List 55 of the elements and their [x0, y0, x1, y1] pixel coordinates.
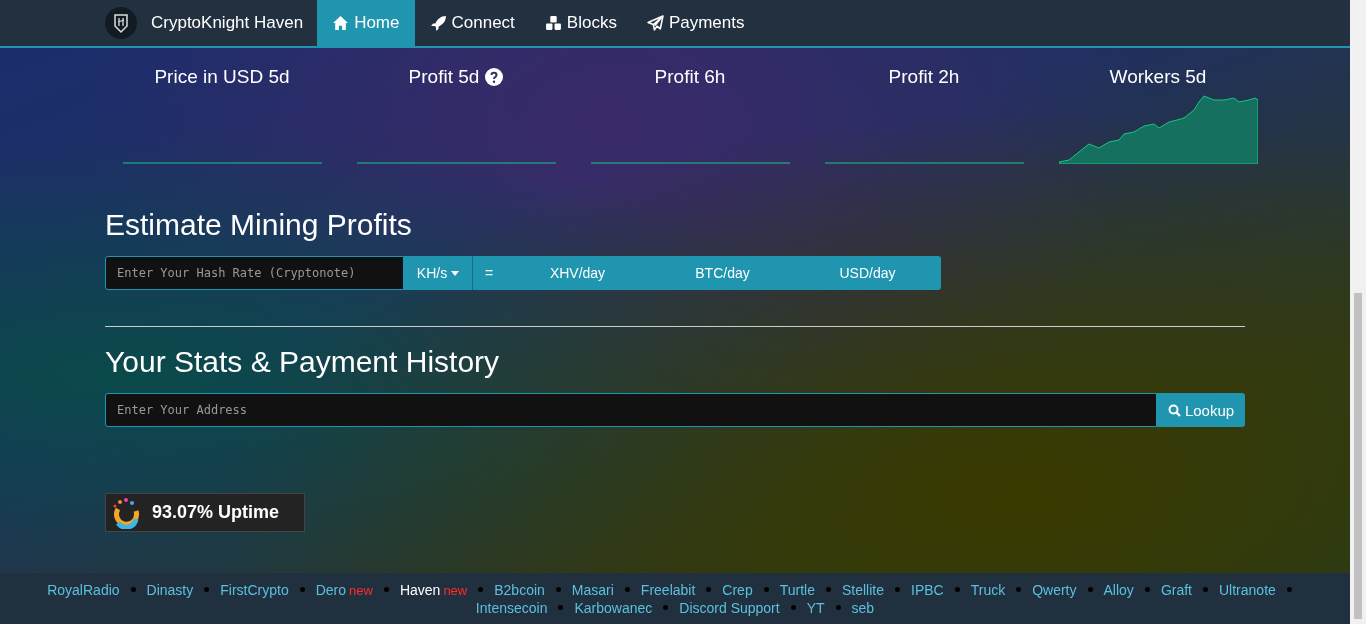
footer-link[interactable]: Stellite: [841, 581, 884, 598]
new-label: new: [443, 582, 468, 598]
uptime-badge[interactable]: 93.07% Uptime: [105, 493, 305, 532]
footer-link[interactable]: Turtle: [779, 581, 815, 598]
footer-link[interactable]: IPBC: [911, 581, 944, 598]
footer-link[interactable]: Intensecoin: [475, 599, 548, 616]
nav-tab[interactable]: Payments: [631, 0, 760, 46]
footer-link[interactable]: FirstCrypto: [220, 581, 289, 598]
paper-plane-icon: [646, 14, 664, 32]
nav-tab[interactable]: Blocks: [529, 0, 632, 46]
profit-result: BTC/day: [694, 265, 751, 281]
home-icon: [332, 14, 350, 32]
footer-link[interactable]: Masari: [571, 581, 614, 598]
footer-link[interactable]: Alloy: [1103, 581, 1134, 598]
footer-link[interactable]: B2bcoin: [494, 581, 545, 598]
question-circle-icon[interactable]: [485, 68, 504, 86]
profit-result: XHV/day: [548, 265, 607, 281]
chart-title: Profit 6h: [654, 66, 726, 88]
nav-tab[interactable]: Connect: [414, 0, 530, 46]
unit-dropdown[interactable]: KH/s: [404, 256, 472, 290]
footer-link[interactable]: Truck: [970, 581, 1006, 598]
footer-link[interactable]: seb: [851, 599, 875, 616]
rocket-icon: [429, 14, 447, 32]
chart-title: Workers 5d: [1109, 66, 1207, 88]
equals-sign: =: [483, 265, 495, 281]
footer-link[interactable]: Karbowanec: [574, 599, 653, 616]
footer-link[interactable]: YT: [806, 599, 825, 616]
chart-title: Profit 5d: [408, 66, 480, 88]
brand-name[interactable]: CryptoKnight Haven: [151, 13, 304, 33]
address-field[interactable]: Enter Your Address: [105, 393, 1157, 427]
footer-link[interactable]: Dinasty: [146, 581, 194, 598]
footer-link[interactable]: Crep: [722, 581, 753, 598]
shield-logo-icon: [105, 7, 137, 39]
hash-rate-field[interactable]: Enter Your Hash Rate (Cryptonote): [105, 256, 404, 290]
section-title: Estimate Mining Profits: [105, 208, 413, 242]
profit-result: USD/day: [838, 265, 897, 281]
section-title: Your Stats & Payment History: [105, 345, 501, 379]
footer-link[interactable]: Discord Support: [679, 599, 780, 616]
footer-link[interactable]: Graft: [1160, 581, 1192, 598]
cubes-icon: [544, 14, 562, 32]
footer-link[interactable]: Dero: [315, 581, 347, 598]
chart-title: Price in USD 5d: [154, 66, 290, 88]
footer-link[interactable]: Ultranote: [1219, 581, 1276, 598]
scrollbar[interactable]: [1350, 0, 1366, 624]
footer-link[interactable]: RoyalRadio: [47, 581, 120, 598]
nav-tab[interactable]: Home: [317, 0, 415, 46]
caret-icon: [451, 270, 460, 276]
footer-link[interactable]: Qwerty: [1032, 581, 1077, 598]
uptime-text: 93.07% Uptime: [152, 502, 280, 523]
footer-link[interactable]: Haven: [399, 581, 441, 598]
lookup-button[interactable]: Lookup: [1157, 393, 1245, 427]
chart-title: Profit 2h: [888, 66, 960, 88]
new-label: new: [349, 582, 373, 598]
search-icon: [1167, 403, 1181, 417]
footer-link[interactable]: Freelabit: [640, 581, 696, 598]
